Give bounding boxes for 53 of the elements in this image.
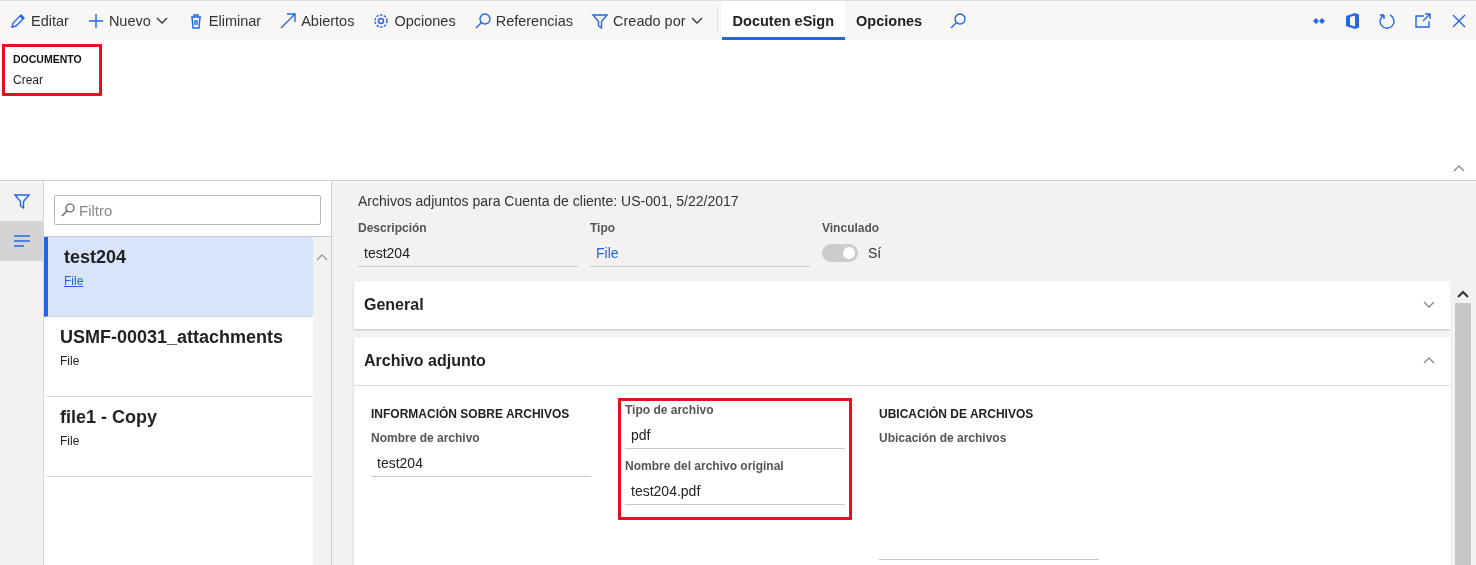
field-label: Nombre del archivo original [625, 459, 785, 473]
filter-icon [12, 192, 31, 210]
group-title: DOCUMENTO [13, 53, 83, 65]
item-type: File [60, 354, 80, 368]
side-tab[interactable] [0, 221, 43, 261]
type-link[interactable]: File [64, 274, 84, 288]
ribbon-tab[interactable]: Opciones [845, 1, 934, 40]
item-type: File [60, 434, 80, 448]
lines-icon [12, 232, 31, 250]
ribbon-button[interactable]: Crear [13, 73, 91, 87]
filter-field[interactable]: Filtro [54, 195, 321, 225]
section-header[interactable]: General [354, 281, 1450, 329]
item-title: USMF-00031_attachments [60, 327, 284, 348]
toggle-value: Sí [868, 245, 882, 261]
field-label: Vinculado [822, 221, 881, 235]
ribbon-tab[interactable]: Docuten eSign [721, 1, 846, 40]
diagonal-arrow-icon [279, 11, 298, 30]
field-label: Tipo de archivo [625, 403, 715, 417]
toolbar-button[interactable]: Opciones [363, 1, 465, 40]
toolbar-button[interactable]: Creado por [582, 1, 713, 40]
field-label: Tipo [590, 221, 617, 235]
search-icon [473, 11, 492, 30]
field-label: Descripción [358, 221, 428, 235]
toolbar-button[interactable]: Abiertos [270, 1, 364, 40]
chevron-up-icon [1456, 289, 1470, 299]
plus-icon [86, 11, 105, 30]
toolbar-button[interactable]: Editar [0, 1, 78, 40]
form-title: Archivos adjuntos para Cuenta de cliente: US-001, 5/22/2017 [358, 193, 740, 209]
search-icon[interactable] [949, 11, 968, 30]
toolbar-button[interactable]: Referencias [464, 1, 583, 40]
group-title: UBICACIÓN DE ARCHIVOS [879, 407, 1035, 421]
group-title: INFORMACIÓN SOBRE ARCHIVOS [371, 407, 571, 421]
refresh-icon[interactable] [1378, 11, 1396, 30]
toolbar-button[interactable]: Eliminar [177, 1, 271, 40]
toolbar-button[interactable]: Nuevo [77, 1, 178, 40]
text-field[interactable]: test204 [371, 449, 591, 477]
section-header[interactable]: Archivo adjunto [354, 337, 1450, 385]
scroll-bar[interactable] [313, 237, 331, 565]
field-label: Ubicación de archivos [879, 431, 1008, 445]
link-field[interactable]: File [590, 239, 810, 267]
text-field[interactable]: test204 [358, 239, 578, 267]
pop-out-icon[interactable] [1414, 11, 1432, 30]
settings-icon [372, 11, 391, 30]
item-title: test204 [64, 247, 127, 268]
text-field[interactable]: test204.pdf [625, 477, 845, 505]
search-icon [61, 203, 75, 217]
list-item[interactable]: test204 File [44, 237, 313, 317]
item-title: file1 - Copy [60, 407, 157, 428]
toggle-switch[interactable] [822, 244, 858, 262]
field-label: Nombre de archivo [371, 431, 481, 445]
filter-icon [591, 11, 610, 30]
text-field[interactable]: pdf [625, 421, 845, 449]
office-icon[interactable] [1344, 11, 1360, 30]
